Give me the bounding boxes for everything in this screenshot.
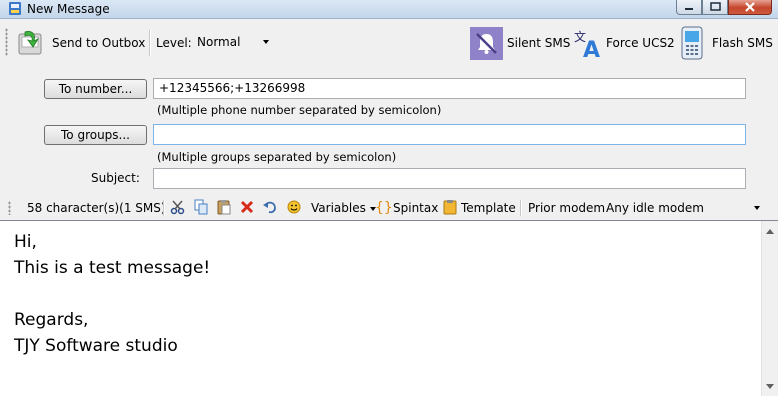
- svg-text:{}: {}: [375, 200, 391, 215]
- toolbar-separator: [163, 200, 165, 216]
- editor-toolbar: 58 character(s)(1 SMS) Variables {Spint…: [0, 197, 778, 219]
- variables-label: Variables: [311, 201, 366, 215]
- to-number-button[interactable]: To number...: [44, 79, 147, 99]
- emoticon-icon[interactable]: [286, 199, 302, 215]
- variables-dropdown[interactable]: Variables: [311, 199, 376, 217]
- minimize-button[interactable]: [676, 0, 702, 15]
- chevron-down-icon: [263, 40, 269, 44]
- minimize-icon: [685, 8, 693, 10]
- title-bar: New Message: [0, 0, 778, 19]
- new-message-window: New Message Send to Outbox Level: Normal…: [0, 0, 778, 396]
- template-button[interactable]: Template: [461, 199, 516, 217]
- toolbar-separator: [520, 200, 522, 216]
- send-to-outbox-button[interactable]: Send to Outbox: [16, 21, 145, 65]
- phone-icon: [681, 26, 703, 60]
- maximize-button[interactable]: [702, 0, 728, 15]
- font-a-icon: 文 A: [574, 29, 600, 59]
- to-groups-field[interactable]: [153, 124, 746, 145]
- prior-modem-label: Prior modem: [528, 201, 606, 215]
- undo-icon[interactable]: [262, 199, 278, 215]
- cut-icon[interactable]: [170, 199, 186, 215]
- toolbar-grip[interactable]: [5, 28, 8, 56]
- spintax-icon: {}: [375, 200, 391, 215]
- flash-sms-toggle[interactable]: Flash SMS: [678, 21, 773, 65]
- level-label: Level:: [156, 36, 192, 50]
- to-groups-button[interactable]: To groups...: [44, 125, 147, 145]
- copy-icon[interactable]: [193, 199, 209, 215]
- recipient-form: To number... +12345566;+13266998 (Multip…: [0, 66, 778, 196]
- toolbar-grip[interactable]: [8, 201, 11, 215]
- silent-bell-icon: [470, 26, 503, 60]
- send-outbox-icon: [18, 31, 42, 55]
- paste-icon[interactable]: [216, 199, 232, 215]
- maximize-icon: [710, 2, 721, 11]
- close-icon: [745, 2, 755, 12]
- chevron-down-icon: [754, 206, 760, 210]
- caption-buttons: [676, 0, 772, 17]
- to-groups-hint: (Multiple groups separated by semicolon): [157, 150, 397, 164]
- message-editor[interactable]: Hi, This is a test message! Regards, TJY…: [0, 220, 778, 396]
- app-icon: [9, 2, 21, 15]
- subject-field[interactable]: [153, 168, 746, 189]
- window-title: New Message: [27, 2, 110, 16]
- scroll-down-icon[interactable]: [766, 384, 774, 389]
- spintax-button[interactable]: Spintax: [393, 199, 438, 217]
- subject-label: Subject:: [91, 171, 140, 185]
- prior-modem-select[interactable]: Any idle modem: [602, 199, 762, 217]
- main-toolbar: Send to Outbox Level: Normal Silent SMS …: [0, 20, 778, 66]
- scroll-up-icon[interactable]: [766, 229, 774, 234]
- prior-modem-value: Any idle modem: [606, 201, 704, 215]
- force-ucs2-label: Force UCS2: [606, 36, 675, 50]
- delete-icon[interactable]: [239, 199, 255, 215]
- send-to-outbox-label: Send to Outbox: [52, 36, 146, 50]
- close-button[interactable]: [728, 0, 772, 15]
- silent-sms-toggle[interactable]: Silent SMS: [470, 21, 570, 65]
- vertical-scrollbar[interactable]: [761, 221, 778, 396]
- to-number-hint: (Multiple phone number separated by semi…: [157, 103, 442, 117]
- toolbar-separator: [149, 30, 151, 56]
- silent-sms-label: Silent SMS: [507, 36, 571, 50]
- level-select[interactable]: Normal: [193, 33, 273, 51]
- force-ucs2-toggle[interactable]: 文 A Force UCS2: [571, 21, 675, 65]
- flash-sms-label: Flash SMS: [712, 36, 773, 50]
- character-count: 58 character(s)(1 SMS): [27, 201, 166, 215]
- template-icon: [443, 200, 457, 215]
- message-body[interactable]: Hi, This is a test message! Regards, TJY…: [14, 229, 210, 359]
- level-select-value: Normal: [197, 35, 241, 49]
- svg-text:A: A: [583, 38, 600, 59]
- to-number-field[interactable]: +12345566;+13266998: [153, 78, 746, 99]
